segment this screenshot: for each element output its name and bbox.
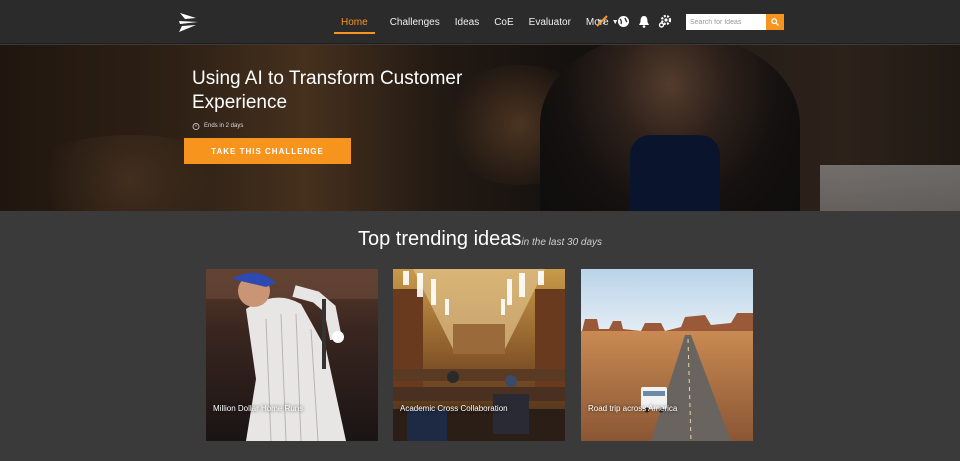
search-input[interactable] bbox=[686, 14, 766, 30]
idea-card-label: Academic Cross Collaboration bbox=[400, 404, 508, 413]
desert-road-image bbox=[581, 269, 753, 441]
nav-coe[interactable]: CoE bbox=[494, 0, 513, 44]
idea-card-baseball[interactable]: Million Dollar Home Runs bbox=[206, 269, 378, 441]
library-image bbox=[393, 269, 565, 441]
nav-challenges[interactable]: Challenges bbox=[390, 0, 440, 44]
nav-home[interactable]: Home bbox=[334, 0, 375, 44]
hero-title: Using AI to Transform Customer Experienc… bbox=[192, 68, 463, 113]
trending-subtitle: in the last 30 days bbox=[521, 237, 603, 248]
idea-card-road-trip[interactable]: Road trip across America bbox=[581, 269, 753, 441]
search-button[interactable] bbox=[766, 14, 784, 30]
nav-evaluator[interactable]: Evaluator bbox=[529, 0, 571, 44]
main-nav: Home Challenges Ideas CoE Evaluator More… bbox=[334, 0, 634, 44]
brand-logo-icon bbox=[179, 13, 198, 32]
stopwatch-icon bbox=[192, 123, 200, 130]
idea-card-library[interactable]: Academic Cross Collaboration bbox=[393, 269, 565, 441]
nav-icon-group bbox=[594, 13, 678, 29]
take-challenge-button[interactable]: TAKE THIS CHALLENGE bbox=[184, 138, 351, 164]
idea-card-label: Million Dollar Home Runs bbox=[213, 404, 304, 413]
nav-ideas[interactable]: Ideas bbox=[455, 0, 479, 44]
brand-logo[interactable] bbox=[176, 10, 202, 34]
deadline-text: Ends in 2 days bbox=[204, 123, 244, 129]
bell-icon[interactable] bbox=[636, 13, 652, 29]
challenge-deadline: Ends in 2 days bbox=[192, 122, 243, 130]
top-navbar: Home Challenges Ideas CoE Evaluator More… bbox=[0, 0, 960, 44]
trending-title: Top trending ideas bbox=[357, 228, 522, 250]
search-icon bbox=[771, 18, 779, 26]
baseball-player-image bbox=[206, 269, 378, 441]
chart-pen-icon[interactable] bbox=[594, 13, 610, 29]
trending-heading: Top trending ideasin the last 30 days bbox=[0, 228, 960, 251]
gear-icon[interactable] bbox=[657, 13, 673, 29]
globe-icon[interactable] bbox=[615, 13, 631, 29]
idea-card-label: Road trip across America bbox=[588, 404, 678, 413]
